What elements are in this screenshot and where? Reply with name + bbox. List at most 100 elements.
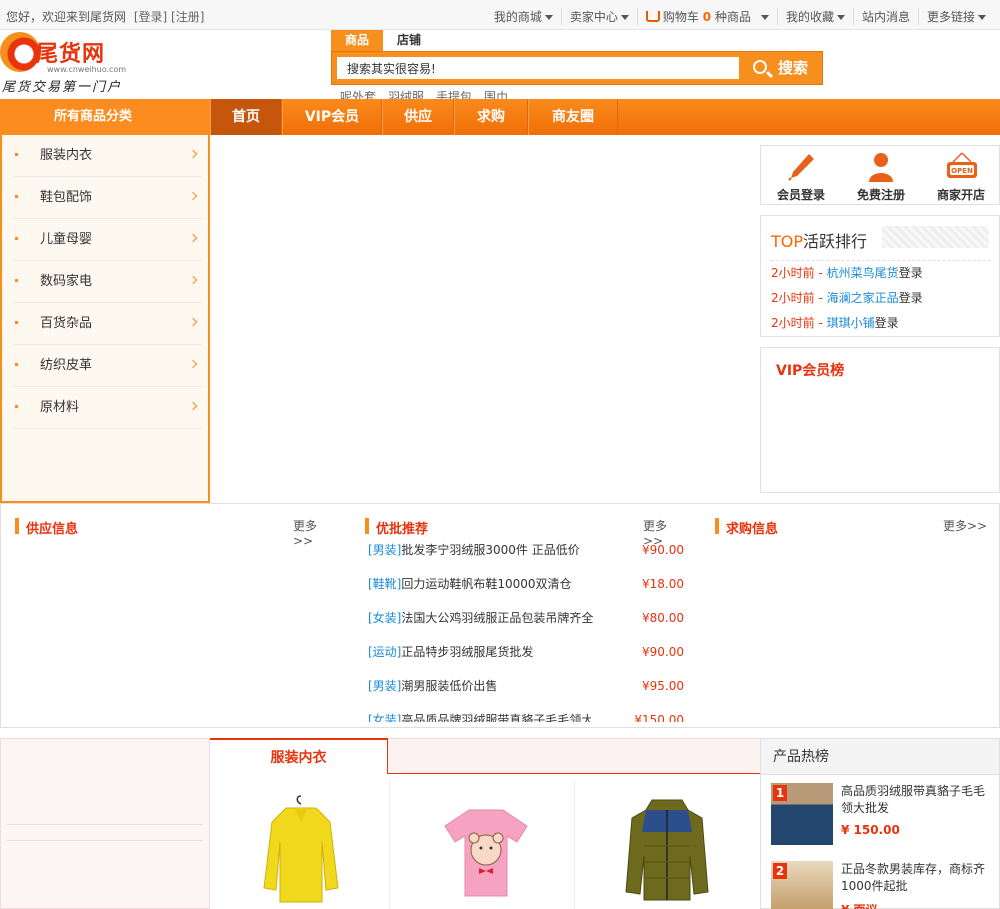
favorites-menu[interactable]: 我的收藏	[776, 8, 853, 25]
hot-products-title: 产品热榜	[761, 739, 999, 775]
section-marker	[715, 518, 719, 534]
svg-text:OPEN: OPEN	[951, 167, 973, 175]
search-tab-shops[interactable]: 店铺	[383, 30, 435, 51]
pink-tshirt-image	[443, 809, 528, 897]
info-band: 供应信息 更多>> 优批推荐 更多>> [男装]批发李宁羽绒服3000件 正品低…	[0, 503, 1000, 728]
chevron-right-icon	[188, 317, 198, 327]
title-decoration	[882, 226, 989, 248]
search-tabs: 商品 店铺	[331, 30, 435, 51]
recommend-column: 优批推荐 更多>> [男装]批发李宁羽绒服3000件 正品低价 ¥90.00 [鞋…	[365, 504, 687, 727]
activity-row: 2小时前 - 杭州菜鸟尾货登录	[771, 266, 923, 280]
shop-link[interactable]: 杭州菜鸟尾货	[827, 266, 899, 280]
user-actions-box: 会员登录 免费注册 OPEN 商家开店	[760, 145, 1000, 205]
category-item[interactable]: 纺织皮革	[12, 345, 202, 387]
yellow-coat-image	[262, 795, 339, 903]
bullet-icon	[15, 195, 18, 198]
category-item[interactable]: 原材料	[12, 387, 202, 429]
list-item[interactable]: [运动]正品特步羽绒服尾货批发 ¥90.00	[368, 642, 686, 676]
nav-item-circle[interactable]: 商友圈	[528, 99, 618, 135]
main-nav: 所有商品分类 首页 VIP会员 供应 求购 商友圈	[0, 99, 1000, 135]
bullet-icon	[15, 279, 18, 282]
product-card[interactable]	[397, 780, 575, 909]
top-active-panel: TOP活跃排行 2小时前 - 杭州菜鸟尾货登录 2小时前 - 海澜之家正品登录 …	[760, 215, 1000, 337]
shop-link[interactable]: 琪琪小铺	[827, 316, 875, 330]
my-mall-menu[interactable]: 我的商城	[486, 8, 561, 25]
vip-ranking-panel: VIP会员榜	[760, 347, 1000, 493]
category-item[interactable]: 鞋包配饰	[12, 177, 202, 219]
list-item[interactable]: [男装]批发李宁羽绒服3000件 正品低价 ¥90.00	[368, 540, 686, 574]
vip-title: VIP会员榜	[776, 363, 845, 379]
down-jacket-image	[625, 799, 709, 901]
category-item[interactable]: 数码家电	[12, 261, 202, 303]
hot-product-item[interactable]: 1 高品质羽绒服带真貉子毛毛领大批发 ¥ 150.00	[771, 783, 999, 849]
chevron-right-icon	[188, 233, 198, 243]
supply-more-link[interactable]: 更多>>	[293, 517, 337, 548]
cart-menu[interactable]: 购物车 0 种商品	[636, 8, 777, 25]
open-shop-button[interactable]: OPEN 商家开店	[921, 150, 1000, 204]
hot-products-panel: 产品热榜 1 高品质羽绒服带真貉子毛毛领大批发 ¥ 150.00 2 正品冬款男…	[760, 738, 1000, 909]
divider	[771, 260, 991, 261]
top-bar: 您好，欢迎来到尾货网 [登录] [注册] 我的商城 卖家中心 购物车 0 种商品…	[0, 0, 1000, 30]
seller-center-menu[interactable]: 卖家中心	[560, 8, 637, 25]
search-button[interactable]: 搜索	[744, 52, 822, 84]
site-logo[interactable]: 尾货网 www.cnweihuo.com 尾货交易第一门户	[0, 32, 140, 98]
bullet-icon	[15, 405, 18, 408]
floor-side-panel	[0, 738, 210, 909]
chevron-right-icon	[188, 149, 198, 159]
user-icon	[869, 153, 893, 182]
category-item[interactable]: 百货杂品	[12, 303, 202, 345]
list-item[interactable]: [女装]法国大公鸡羽绒服正品包装吊牌齐全 ¥80.00	[368, 608, 686, 642]
bullet-icon	[15, 363, 18, 366]
greeting-text: 您好，欢迎来到尾货网	[6, 10, 127, 24]
more-links-menu[interactable]: 更多链接	[917, 8, 994, 25]
list-item[interactable]: [男装]潮男服装低价出售 ¥95.00	[368, 676, 686, 710]
product-card[interactable]	[212, 780, 390, 909]
search-icon	[753, 60, 767, 74]
chevron-down-icon	[836, 15, 845, 20]
cart-icon	[645, 11, 660, 22]
category-item[interactable]: 儿童母婴	[12, 219, 202, 261]
list-item[interactable]: [鞋靴]回力运动鞋帆布鞋10000双清仓 ¥18.00	[368, 574, 686, 608]
chevron-down-icon	[544, 15, 553, 20]
search-box: 搜索	[331, 51, 823, 85]
chevron-right-icon	[188, 401, 198, 411]
search-input[interactable]	[337, 57, 739, 79]
purchase-more-link[interactable]: 更多>>	[943, 517, 987, 534]
chevron-right-icon	[188, 275, 198, 285]
section-marker	[15, 518, 19, 534]
logo-slogan: 尾货交易第一门户	[2, 80, 123, 95]
logo-url: www.cnweihuo.com	[47, 65, 127, 74]
chevron-down-icon	[978, 15, 986, 20]
register-link[interactable]: [注册]	[171, 10, 204, 24]
product-card[interactable]	[578, 780, 756, 909]
category-item[interactable]: 服装内衣	[12, 135, 202, 177]
floor-tabs: 服装内衣	[210, 738, 760, 774]
nav-item-vip[interactable]: VIP会员	[282, 99, 382, 135]
search-tab-goods[interactable]: 商品	[331, 30, 384, 51]
login-link[interactable]: [登录]	[134, 10, 167, 24]
cart-count: 0	[702, 10, 712, 24]
activity-row: 2小时前 - 海澜之家正品登录	[771, 291, 923, 305]
nav-items: 首页 VIP会员 供应 求购 商友圈	[210, 99, 618, 135]
shop-link[interactable]: 海澜之家正品	[827, 291, 899, 305]
divider	[7, 840, 203, 841]
all-categories-button[interactable]: 所有商品分类	[0, 99, 210, 135]
nav-item-supply[interactable]: 供应	[382, 99, 454, 135]
hot-product-name: 正品冬款男装库存，商标齐1000件起批	[841, 862, 986, 893]
nav-item-home[interactable]: 首页	[210, 99, 282, 135]
divider	[7, 824, 203, 825]
list-item[interactable]: [女装]高品质品牌羽绒服带真貉子毛毛领大 ¥150.00	[368, 710, 686, 722]
purchase-title: 求购信息	[726, 522, 779, 537]
open-sign-icon: OPEN	[947, 152, 977, 178]
member-login-button[interactable]: 会员登录	[761, 150, 841, 204]
hot-product-item[interactable]: 2 正品冬款男装库存，商标齐1000件起批 ¥ 面议	[771, 861, 999, 909]
supply-title: 供应信息	[26, 522, 79, 537]
pen-icon	[788, 154, 814, 181]
nav-item-purchase[interactable]: 求购	[454, 99, 528, 135]
tab-apparel[interactable]: 服装内衣	[210, 738, 388, 774]
free-register-button[interactable]: 免费注册	[841, 150, 921, 204]
chevron-right-icon	[188, 191, 198, 201]
chevron-right-icon	[188, 359, 198, 369]
messages-link[interactable]: 站内消息	[852, 8, 918, 25]
purchase-column: 求购信息 更多>>	[715, 504, 995, 727]
